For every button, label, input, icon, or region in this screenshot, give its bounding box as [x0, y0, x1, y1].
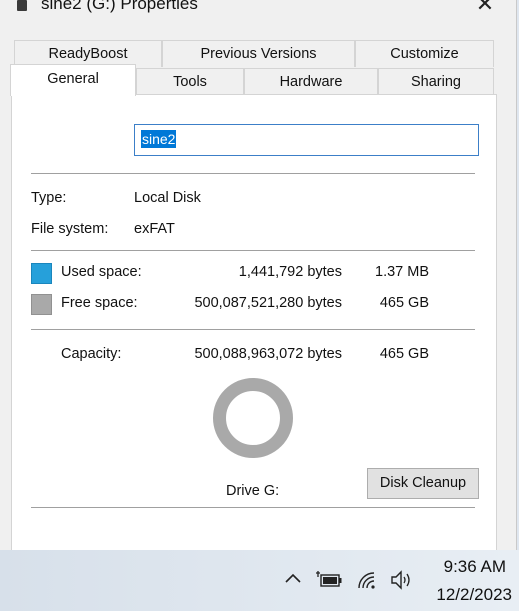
- file-system-label: File system:: [31, 221, 109, 237]
- wifi-icon[interactable]: [355, 569, 379, 593]
- drive-label: Drive G:: [226, 483, 280, 499]
- capacity-bytes: 500,088,963,072 bytes: [194, 346, 342, 362]
- free-space-label: Free space:: [61, 295, 138, 311]
- capacity-label: Capacity:: [61, 346, 122, 362]
- file-system-value: exFAT: [134, 221, 175, 237]
- window-title: sine2 (G:) Properties: [41, 0, 198, 13]
- chevron-up-icon[interactable]: [282, 569, 304, 593]
- free-space-bytes: 500,087,521,280 bytes: [194, 295, 342, 311]
- clock-time[interactable]: 9:36 AM: [420, 557, 506, 577]
- tab-tools[interactable]: Tools: [136, 68, 244, 95]
- used-space-label: Used space:: [61, 264, 142, 280]
- disk-cleanup-button[interactable]: Disk Cleanup: [367, 468, 479, 499]
- capacity-short: 465 GB: [379, 346, 429, 362]
- used-space-short: 1.37 MB: [375, 264, 429, 280]
- free-space-short: 465 GB: [379, 295, 429, 311]
- type-value: Local Disk: [134, 190, 201, 206]
- properties-dialog: sine2 (G:) Properties ✕ ReadyBoost Previ…: [0, 0, 517, 564]
- clock-date[interactable]: 12/2/2023: [420, 585, 512, 605]
- volume-name-selected-text: sine2: [141, 130, 177, 148]
- tab-general[interactable]: General: [10, 64, 136, 96]
- drive-icon: [17, 0, 27, 11]
- type-label: Type:: [31, 190, 67, 206]
- used-space-swatch: [31, 263, 52, 284]
- free-space-swatch: [31, 294, 52, 315]
- tab-hardware[interactable]: Hardware: [244, 68, 378, 95]
- used-space-bytes: 1,441,792 bytes: [238, 264, 342, 280]
- separator: [31, 329, 475, 330]
- separator: [31, 507, 475, 508]
- disk-usage-ring-chart: [213, 378, 293, 458]
- close-button[interactable]: ✕: [470, 0, 500, 15]
- tab-previous-versions[interactable]: Previous Versions: [162, 40, 355, 67]
- tab-readyboost[interactable]: ReadyBoost: [14, 40, 162, 67]
- volume-name-input[interactable]: sine2: [134, 124, 479, 156]
- battery-plug-icon[interactable]: [315, 569, 343, 593]
- separator: [31, 250, 475, 251]
- tab-customize[interactable]: Customize: [355, 40, 494, 67]
- separator: [31, 173, 475, 174]
- speaker-icon[interactable]: [389, 569, 415, 593]
- title-bar: sine2 (G:) Properties ✕: [0, 0, 516, 16]
- tab-sharing[interactable]: Sharing: [378, 68, 494, 95]
